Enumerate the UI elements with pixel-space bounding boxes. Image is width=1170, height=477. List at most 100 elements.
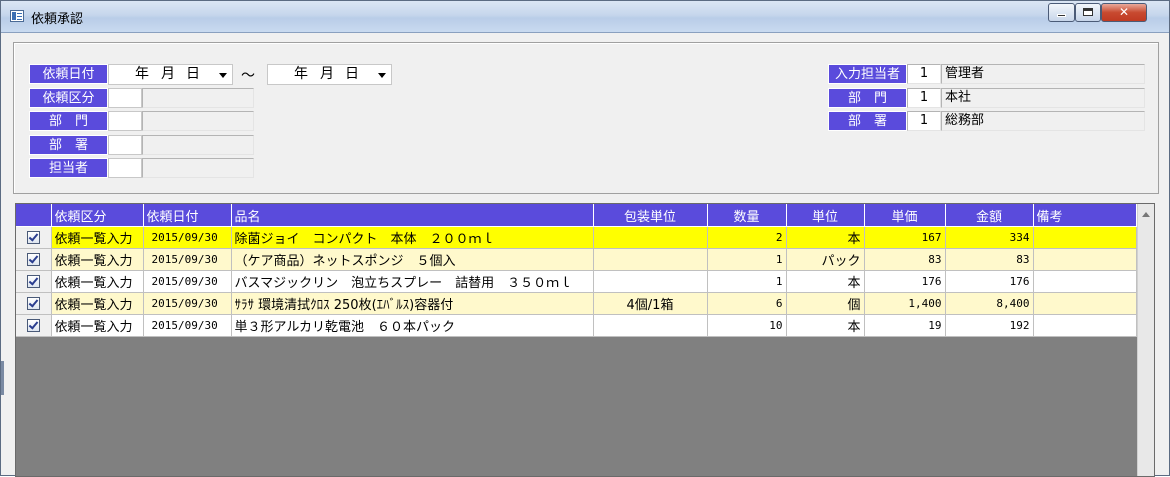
cell-quantity[interactable]: 1 [707,270,787,293]
chevron-down-icon[interactable] [219,73,227,78]
request-type-code-input[interactable] [108,88,142,108]
cell-pack-unit[interactable] [593,226,708,249]
header-quantity[interactable]: 数量 [707,204,787,227]
cell-amount[interactable]: 83 [945,248,1034,271]
cell-item-name[interactable]: 除菌ジョイ コンパクト 本体 ２００ｍｌ [231,226,594,249]
minimize-button[interactable] [1048,3,1075,22]
checkbox-checked-icon[interactable] [26,297,40,310]
entry-person-code: 1 [907,64,941,84]
cell-quantity[interactable]: 2 [707,226,787,249]
cell-request-type[interactable]: 依頼一覧入力 [51,270,144,293]
cell-amount[interactable]: 176 [945,270,1034,293]
cell-item-name[interactable]: （ケア商品）ネットスポンジ ５個入 [231,248,594,271]
app-icon [10,10,24,22]
cell-note[interactable] [1033,314,1137,337]
close-button[interactable]: ✕ [1101,3,1147,22]
header-unit[interactable]: 単位 [786,204,865,227]
checkbox-checked-icon[interactable] [26,253,40,266]
cell-request-type[interactable]: 依頼一覧入力 [51,226,144,249]
cell-pack-unit[interactable] [593,270,708,293]
cell-unit[interactable]: 個 [786,292,865,315]
row-checkbox[interactable] [16,226,52,249]
cell-unit[interactable]: パック [786,248,865,271]
cell-request-date[interactable]: 2015/09/30 [143,226,232,249]
cell-unit-price[interactable]: 1,400 [864,292,946,315]
operator-department-code: 1 [907,88,941,108]
header-note[interactable]: 備考 [1033,204,1137,227]
row-checkbox[interactable] [16,292,52,315]
cell-note[interactable] [1033,226,1137,249]
date-to-year: 年 [294,66,308,82]
header-pack-unit[interactable]: 包装単位 [593,204,708,227]
window-resize-edge[interactable] [1,361,4,395]
cell-note[interactable] [1033,270,1137,293]
row-checkbox[interactable] [16,270,52,293]
entry-person-label: 入力担当者 [828,64,907,84]
cell-request-date[interactable]: 2015/09/30 [143,248,232,271]
table-row[interactable]: 依頼一覧入力 2015/09/30 ｻﾗｻ 環境清拭ｸﾛｽ 250枚(ｴﾊﾞﾙｽ… [16,292,1137,315]
cell-quantity[interactable]: 1 [707,248,787,271]
department-label: 部 門 [29,111,108,131]
date-from-year: 年 [135,66,149,82]
header-item-name[interactable]: 品名 [231,204,594,227]
cell-pack-unit[interactable] [593,248,708,271]
checkbox-checked-icon[interactable] [26,319,40,332]
cell-quantity[interactable]: 10 [707,314,787,337]
cell-pack-unit[interactable]: 4個/1箱 [593,292,708,315]
minimize-icon [1057,14,1066,17]
cell-quantity[interactable]: 6 [707,292,787,315]
cell-request-type[interactable]: 依頼一覧入力 [51,292,144,315]
close-icon: ✕ [1118,5,1130,19]
date-from-picker[interactable]: 年 月 日 [108,64,233,85]
cell-unit-price[interactable]: 83 [864,248,946,271]
cell-unit-price[interactable]: 176 [864,270,946,293]
person-code-input[interactable] [108,158,142,178]
cell-pack-unit[interactable] [593,314,708,337]
cell-note[interactable] [1033,292,1137,315]
date-range-separator: ～ [241,68,255,84]
maximize-button[interactable] [1075,3,1101,22]
cell-unit-price[interactable]: 167 [864,226,946,249]
cell-item-name[interactable]: バスマジックリン 泡立ちスプレー 詰替用 ３５０ｍｌ [231,270,594,293]
section-code-input[interactable] [108,135,142,155]
chevron-down-icon[interactable] [378,73,386,78]
cell-unit-price[interactable]: 19 [864,314,946,337]
operator-section-name: 総務部 [941,111,1145,131]
table-row[interactable]: 依頼一覧入力 2015/09/30 バスマジックリン 泡立ちスプレー 詰替用 ３… [16,270,1137,293]
person-name [142,158,254,178]
date-to-picker[interactable]: 年 月 日 [267,64,392,85]
table-row[interactable]: 依頼一覧入力 2015/09/30 単３形アルカリ乾電池 ６０本パック 10 本… [16,314,1137,337]
operator-department-name: 本社 [941,88,1145,108]
row-checkbox[interactable] [16,314,52,337]
date-to-day: 日 [345,66,359,82]
cell-request-type[interactable]: 依頼一覧入力 [51,314,144,337]
cell-unit[interactable]: 本 [786,226,865,249]
header-request-type[interactable]: 依頼区分 [51,204,144,227]
row-checkbox[interactable] [16,248,52,271]
cell-amount[interactable]: 192 [945,314,1034,337]
checkbox-checked-icon[interactable] [26,275,40,288]
cell-request-type[interactable]: 依頼一覧入力 [51,248,144,271]
checkbox-checked-icon[interactable] [26,231,40,244]
scroll-up-icon[interactable] [1142,212,1150,217]
cell-item-name[interactable]: 単３形アルカリ乾電池 ６０本パック [231,314,594,337]
header-amount[interactable]: 金額 [945,204,1034,227]
cell-request-date[interactable]: 2015/09/30 [143,292,232,315]
header-request-date[interactable]: 依頼日付 [143,204,232,227]
request-table: 依頼区分 依頼日付 品名 包装単位 数量 単位 単価 金額 備考 依頼一覧入力 … [16,204,1137,337]
vertical-scrollbar[interactable] [1137,204,1154,476]
table-header: 依頼区分 依頼日付 品名 包装単位 数量 単位 単価 金額 備考 [16,204,1137,227]
header-unit-price[interactable]: 単価 [864,204,946,227]
cell-item-name[interactable]: ｻﾗｻ 環境清拭ｸﾛｽ 250枚(ｴﾊﾞﾙｽ)容器付 [231,292,594,315]
cell-note[interactable] [1033,248,1137,271]
cell-request-date[interactable]: 2015/09/30 [143,270,232,293]
cell-request-date[interactable]: 2015/09/30 [143,314,232,337]
cell-unit[interactable]: 本 [786,314,865,337]
cell-unit[interactable]: 本 [786,270,865,293]
title-bar[interactable]: 依頼承認 ✕ [1,1,1169,33]
cell-amount[interactable]: 334 [945,226,1034,249]
table-row[interactable]: 依頼一覧入力 2015/09/30 除菌ジョイ コンパクト 本体 ２００ｍｌ 2… [16,226,1137,249]
table-row[interactable]: 依頼一覧入力 2015/09/30 （ケア商品）ネットスポンジ ５個入 1 パッ… [16,248,1137,271]
cell-amount[interactable]: 8,400 [945,292,1034,315]
department-code-input[interactable] [108,111,142,131]
